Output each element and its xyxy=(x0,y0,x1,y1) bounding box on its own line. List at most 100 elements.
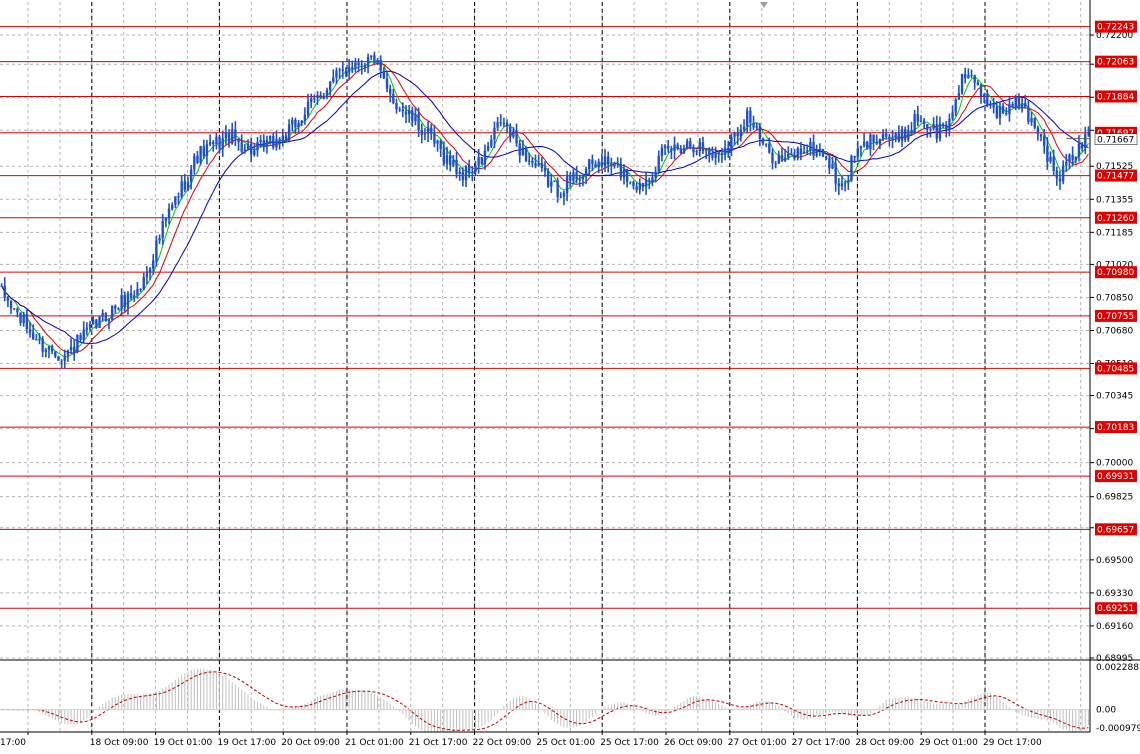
time-tick-label: 18 Oct 09:00 xyxy=(90,738,149,748)
candle-body xyxy=(979,85,983,97)
time-tick-label: 25 Oct 01:00 xyxy=(536,738,595,748)
level-label: 0.71477 xyxy=(1095,169,1137,182)
candle xyxy=(262,134,266,152)
candle-body xyxy=(894,133,897,139)
time-tick-label: 25 Oct 17:00 xyxy=(600,738,659,748)
candle xyxy=(1017,93,1021,110)
level-label: 0.70183 xyxy=(1095,421,1137,434)
candle-body xyxy=(167,208,171,218)
candle-body xyxy=(1084,134,1087,149)
candle-body xyxy=(613,163,616,167)
candle xyxy=(110,305,114,322)
candle xyxy=(796,146,799,161)
candle-body xyxy=(771,152,774,164)
candle xyxy=(82,321,85,343)
candle-body xyxy=(1008,103,1011,115)
candle-body xyxy=(379,59,382,71)
candle-body xyxy=(821,149,825,157)
candle xyxy=(1027,100,1030,125)
candle xyxy=(275,130,278,151)
candle xyxy=(812,134,815,161)
candle-body xyxy=(9,300,13,309)
candle xyxy=(319,91,322,99)
candle-body xyxy=(294,119,297,128)
candle-body xyxy=(528,160,531,162)
candle xyxy=(515,123,518,147)
candle-body xyxy=(499,122,502,124)
candle xyxy=(436,139,439,152)
candle xyxy=(392,88,395,105)
candle-body xyxy=(550,181,553,187)
time-tick-label: 19 Oct 17:00 xyxy=(217,738,276,748)
candle xyxy=(73,339,76,361)
candle xyxy=(862,133,866,148)
candle xyxy=(249,137,253,163)
candle xyxy=(875,134,878,146)
candle xyxy=(938,116,942,142)
candle-body xyxy=(85,327,89,330)
candle-body xyxy=(382,70,386,79)
level-label-text: 0.70980 xyxy=(1097,268,1134,278)
candle xyxy=(208,134,212,147)
candle-body xyxy=(231,129,234,144)
candle-body xyxy=(332,77,335,82)
candle-body xyxy=(625,169,629,182)
candle xyxy=(499,114,502,127)
ma-line-10 xyxy=(1,62,1089,354)
candle-body xyxy=(129,293,133,298)
candle-body xyxy=(196,155,199,163)
candle-body xyxy=(133,295,136,298)
candle xyxy=(843,180,847,192)
candle-body xyxy=(629,181,632,183)
candle-body xyxy=(1014,96,1017,108)
candle xyxy=(866,140,869,150)
candle xyxy=(998,101,1002,125)
candle-body xyxy=(727,147,730,151)
candle-body xyxy=(866,141,869,150)
candle-body xyxy=(1020,103,1024,109)
price-chart[interactable]: 0.0022880.00-0.0009790.722000.720500.718… xyxy=(0,0,1140,754)
candle xyxy=(490,135,493,149)
candle-body xyxy=(622,169,626,178)
candle-body xyxy=(1052,156,1055,171)
candle-body xyxy=(246,143,250,150)
candle-body xyxy=(272,135,275,148)
candle-body xyxy=(177,196,180,198)
price-tick-label: 0.68995 xyxy=(1096,654,1133,664)
candle-body xyxy=(66,350,70,356)
candle xyxy=(480,156,484,165)
candle-body xyxy=(881,133,885,140)
candle-body xyxy=(903,129,907,140)
candle-body xyxy=(565,175,569,194)
level-label: 0.70755 xyxy=(1095,309,1137,322)
candle-body xyxy=(50,346,54,352)
candle-body xyxy=(989,103,992,106)
candle-body xyxy=(439,140,442,149)
candle xyxy=(780,147,784,162)
candle-body xyxy=(455,159,458,174)
candle xyxy=(79,332,82,343)
candle-body xyxy=(1055,170,1059,179)
candle xyxy=(834,155,837,192)
candle xyxy=(723,140,727,161)
candle xyxy=(129,285,133,301)
candle-body xyxy=(164,217,168,221)
candle-body xyxy=(120,294,123,309)
candle-body xyxy=(1001,105,1005,114)
candle xyxy=(382,66,386,80)
candle-body xyxy=(13,308,16,310)
price-tick-label: 0.70345 xyxy=(1096,392,1133,402)
candle-body xyxy=(69,346,73,351)
level-label-text: 0.69657 xyxy=(1097,525,1134,535)
candle-body xyxy=(360,65,363,67)
candle xyxy=(351,60,354,74)
candle-body xyxy=(287,124,291,141)
candle xyxy=(979,83,983,104)
candle xyxy=(698,137,702,157)
candle xyxy=(910,121,913,135)
candle-body xyxy=(802,152,806,154)
candle-body xyxy=(1005,113,1008,115)
candle-body xyxy=(591,159,594,164)
candle-body xyxy=(679,149,683,153)
candle-body xyxy=(581,176,585,180)
